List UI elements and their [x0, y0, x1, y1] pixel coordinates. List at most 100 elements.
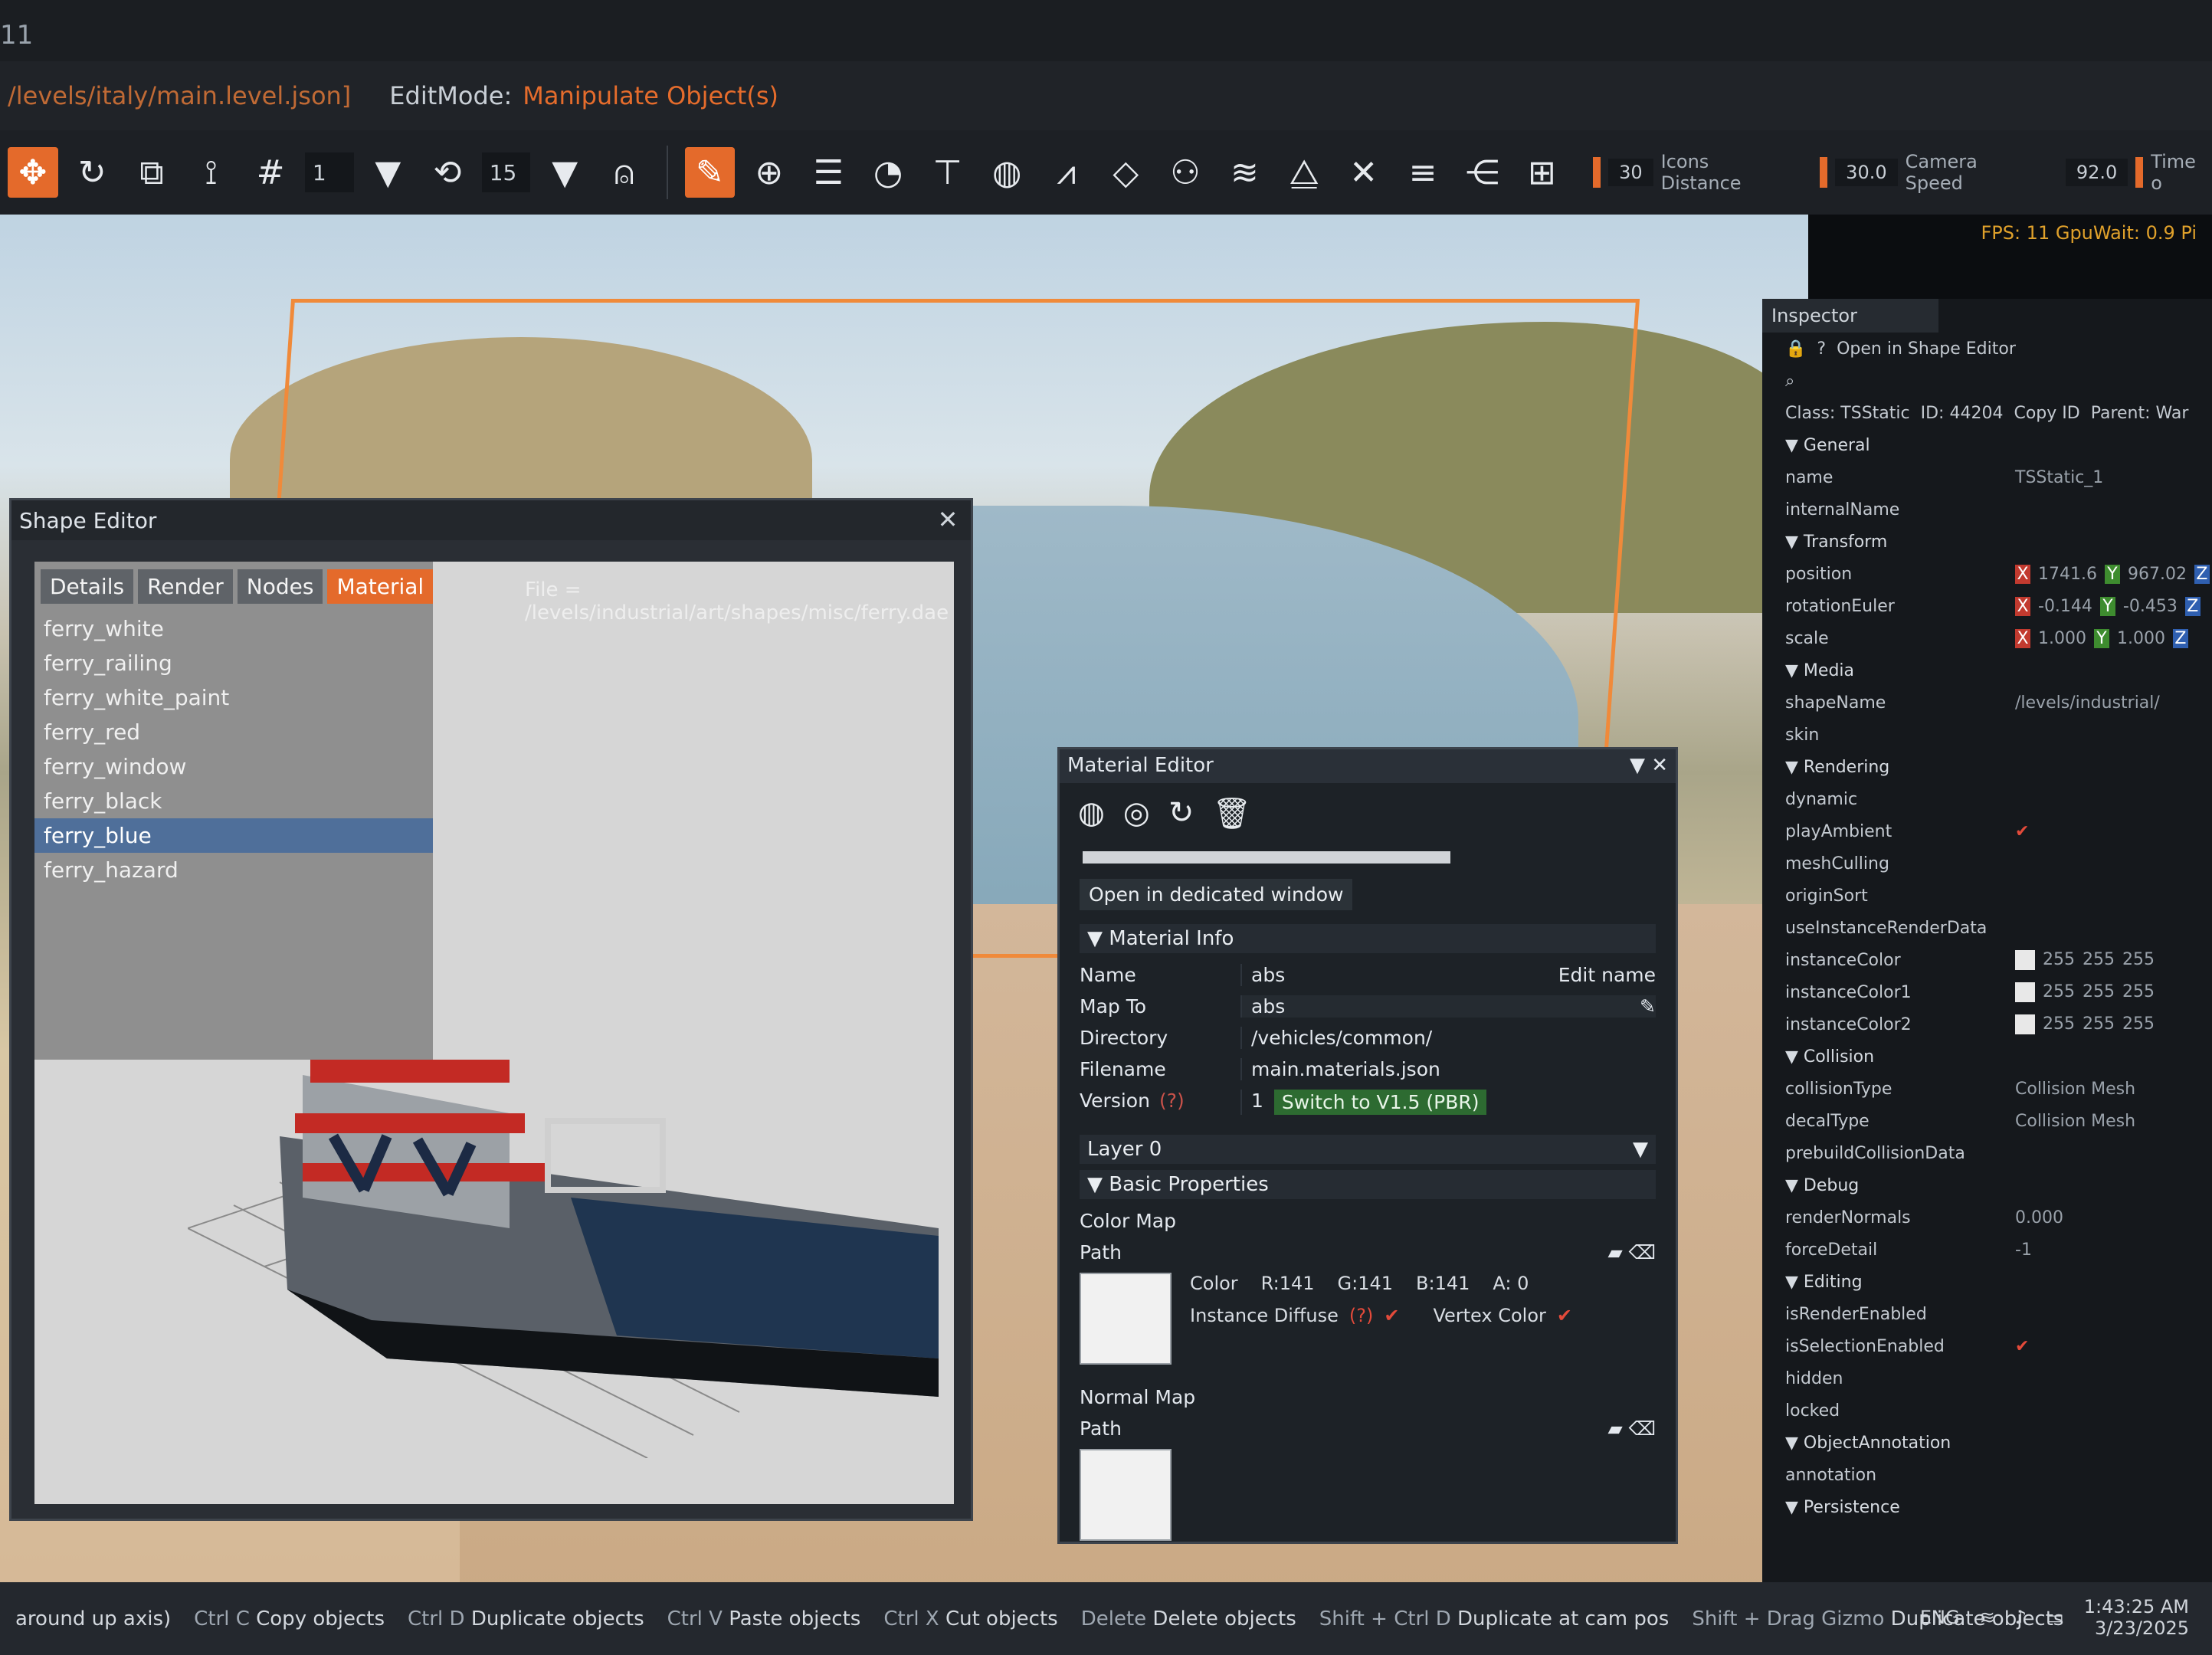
icons-distance-value[interactable]: 30 — [1608, 159, 1653, 186]
color-value[interactable]: 255 — [2122, 1014, 2155, 1034]
color-value[interactable]: 255 — [2083, 950, 2115, 970]
name-value[interactable]: TSStatic_1 — [2015, 468, 2103, 487]
river-icon[interactable]: ◍ — [981, 147, 1032, 198]
copy-id-button[interactable]: Copy ID — [2014, 404, 2079, 423]
debug-section[interactable]: ▼ Debug — [1762, 1169, 2212, 1201]
shape-editor-titlebar[interactable]: Shape Editor ✕ — [11, 500, 971, 540]
navmesh-icon[interactable]: ✕ — [1339, 147, 1389, 198]
color-value[interactable]: 255 — [2083, 982, 2115, 1002]
mesh-icon[interactable]: ◇ — [1101, 147, 1152, 198]
position-x[interactable]: 1741.6 — [2038, 565, 2097, 584]
camera-speed-stat[interactable]: 30.0 Camera Speed — [1820, 151, 2040, 194]
folder-icon[interactable]: ▰ ⌫ — [1607, 1241, 1656, 1263]
open-shape-editor-link[interactable]: Open in Shape Editor — [1837, 339, 2016, 359]
wifi-icon[interactable]: ≋ — [1980, 1607, 1995, 1628]
object-annotation-section[interactable]: ▼ ObjectAnnotation — [1762, 1427, 2212, 1459]
transform-section[interactable]: ▼ Transform — [1762, 526, 2212, 558]
scale-x[interactable]: 1.000 — [2038, 629, 2086, 648]
scale-icon[interactable]: ⧉ — [126, 147, 177, 198]
render-normals-input[interactable]: 0.000 — [2015, 1208, 2063, 1227]
scale-y[interactable]: 1.000 — [2117, 629, 2165, 648]
terrain-paint-icon[interactable]: ≋ — [1220, 147, 1270, 198]
color-map-thumbnail[interactable] — [1080, 1273, 1172, 1365]
help-icon[interactable]: ? — [1817, 339, 1826, 359]
material-item[interactable]: ferry_white — [34, 611, 433, 646]
add-object-icon[interactable]: ⊕ — [744, 147, 795, 198]
collapse-close-icons[interactable]: ▼ ✕ — [1630, 754, 1668, 778]
switch-pbr-button[interactable]: Switch to V1.5 (PBR) — [1273, 1090, 1487, 1115]
color-r-field[interactable]: R:141 — [1261, 1273, 1315, 1294]
layer-select[interactable]: Layer 0 ▼ — [1080, 1135, 1656, 1164]
media-section[interactable]: ▼ Media — [1762, 654, 2212, 687]
rotation-snap-icon[interactable]: ⟲ — [422, 147, 473, 198]
material-checker-icon[interactable]: ◎ — [1123, 795, 1150, 831]
rotation-y[interactable]: -0.453 — [2123, 597, 2178, 616]
basic-properties-header[interactable]: ▼ Basic Properties — [1080, 1170, 1656, 1199]
editmode-value[interactable]: Manipulate Object(s) — [523, 81, 778, 110]
pivot-icon[interactable]: ⟟ — [186, 147, 237, 198]
paint-roller-icon[interactable]: ⊤ — [922, 147, 973, 198]
rendering-section[interactable]: ▼ Rendering — [1762, 751, 2212, 783]
color-value[interactable]: 255 — [2083, 1014, 2115, 1034]
normal-map-thumbnail[interactable] — [1080, 1449, 1172, 1541]
color-a-field[interactable]: A: 0 — [1493, 1273, 1529, 1294]
collision-type-select[interactable]: Collision Mesh — [2015, 1080, 2135, 1099]
force-detail-input[interactable]: -1 — [2015, 1240, 2032, 1260]
mesh-road-icon[interactable]: ⧋ — [1279, 147, 1329, 198]
grid-snap-icon[interactable]: # — [245, 147, 296, 198]
time-value[interactable]: 92.0 — [2065, 159, 2128, 186]
terrain-snap-icon[interactable]: ⍝ — [599, 147, 650, 198]
material-editor-window[interactable]: Material Editor ▼ ✕ ◍ ◎ ↻ 🗑 Open in dedi… — [1057, 747, 1678, 1544]
forest-icon[interactable]: ⩘ — [1041, 147, 1092, 198]
icons-distance-stat[interactable]: 30 Icons Distance — [1593, 151, 1794, 194]
edit-name-button[interactable]: Edit name — [1558, 964, 1656, 986]
material-item[interactable]: ferry_white_paint — [34, 680, 433, 715]
lighting-icon[interactable]: ≡ — [1398, 147, 1448, 198]
material-item[interactable]: ferry_railing — [34, 646, 433, 680]
decal-icon[interactable]: ◔ — [863, 147, 913, 198]
move-gizmo-icon[interactable]: ✥ — [8, 147, 58, 198]
shape-editor-preview[interactable]: Details Render Nodes Material ferry_whit… — [34, 562, 954, 1504]
chevron-down-icon[interactable]: ▼ — [539, 147, 590, 198]
color-value[interactable]: 255 — [2122, 982, 2155, 1002]
refresh-icon[interactable]: ↻ — [1168, 795, 1194, 831]
checkmark-icon[interactable]: ✔ — [1557, 1305, 1572, 1326]
rotate-icon[interactable]: ↻ — [67, 147, 118, 198]
search-icon[interactable]: ⌕ — [1762, 365, 2212, 397]
parent-value[interactable]: War — [2156, 404, 2189, 423]
general-section[interactable]: ▼ General — [1762, 429, 2212, 461]
battery-icon[interactable]: ▭ — [2047, 1607, 2064, 1628]
open-dedicated-window-button[interactable]: Open in dedicated window — [1080, 879, 1353, 910]
material-item-selected[interactable]: ferry_blue — [34, 818, 433, 853]
color-swatch[interactable] — [2015, 950, 2035, 970]
material-editor-titlebar[interactable]: Material Editor ▼ ✕ — [1060, 749, 1676, 783]
checkmark-icon[interactable]: ✔ — [1384, 1305, 1399, 1326]
chevron-down-icon[interactable]: ▼ — [363, 147, 414, 198]
ai-icon[interactable]: ⚇ — [1160, 147, 1211, 198]
rotation-snap-input[interactable]: 15 — [481, 152, 531, 192]
tab-nodes[interactable]: Nodes — [237, 569, 323, 604]
material-info-header[interactable]: ▼ Material Info — [1080, 924, 1656, 953]
material-item[interactable]: ferry_black — [34, 784, 433, 818]
color-value[interactable]: 255 — [2043, 950, 2075, 970]
checkmark-icon[interactable]: ✔ — [2015, 822, 2029, 841]
checkmark-icon[interactable]: ✔ — [2015, 1337, 2029, 1356]
language-indicator[interactable]: ENG — [1920, 1607, 1960, 1628]
help-icon[interactable]: (?) — [1159, 1090, 1185, 1112]
camera-speed-value[interactable]: 30.0 — [1835, 159, 1898, 186]
volume-icon[interactable]: ♪ — [2015, 1607, 2027, 1628]
color-g-field[interactable]: G:141 — [1338, 1273, 1394, 1294]
time-stat[interactable]: 92.0 Time o — [2065, 151, 2212, 194]
position-y[interactable]: 967.02 — [2128, 565, 2187, 584]
material-item[interactable]: ferry_hazard — [34, 853, 433, 887]
tab-material[interactable]: Material — [327, 569, 434, 604]
lock-icon[interactable]: 🔒 — [1785, 339, 1806, 359]
collision-section[interactable]: ▼ Collision — [1762, 1041, 2212, 1073]
color-b-field[interactable]: B:141 — [1416, 1273, 1470, 1294]
decal-type-select[interactable]: Collision Mesh — [2015, 1112, 2135, 1131]
inspector-panel[interactable]: Inspector 🔒 ? Open in Shape Editor ⌕ Cla… — [1762, 299, 2212, 1586]
share-icon[interactable]: ⋲ — [1457, 147, 1508, 198]
material-sphere-icon[interactable]: ◍ — [1078, 795, 1105, 831]
trash-icon[interactable]: 🗑 — [1212, 795, 1251, 831]
editing-section[interactable]: ▼ Editing — [1762, 1266, 2212, 1298]
